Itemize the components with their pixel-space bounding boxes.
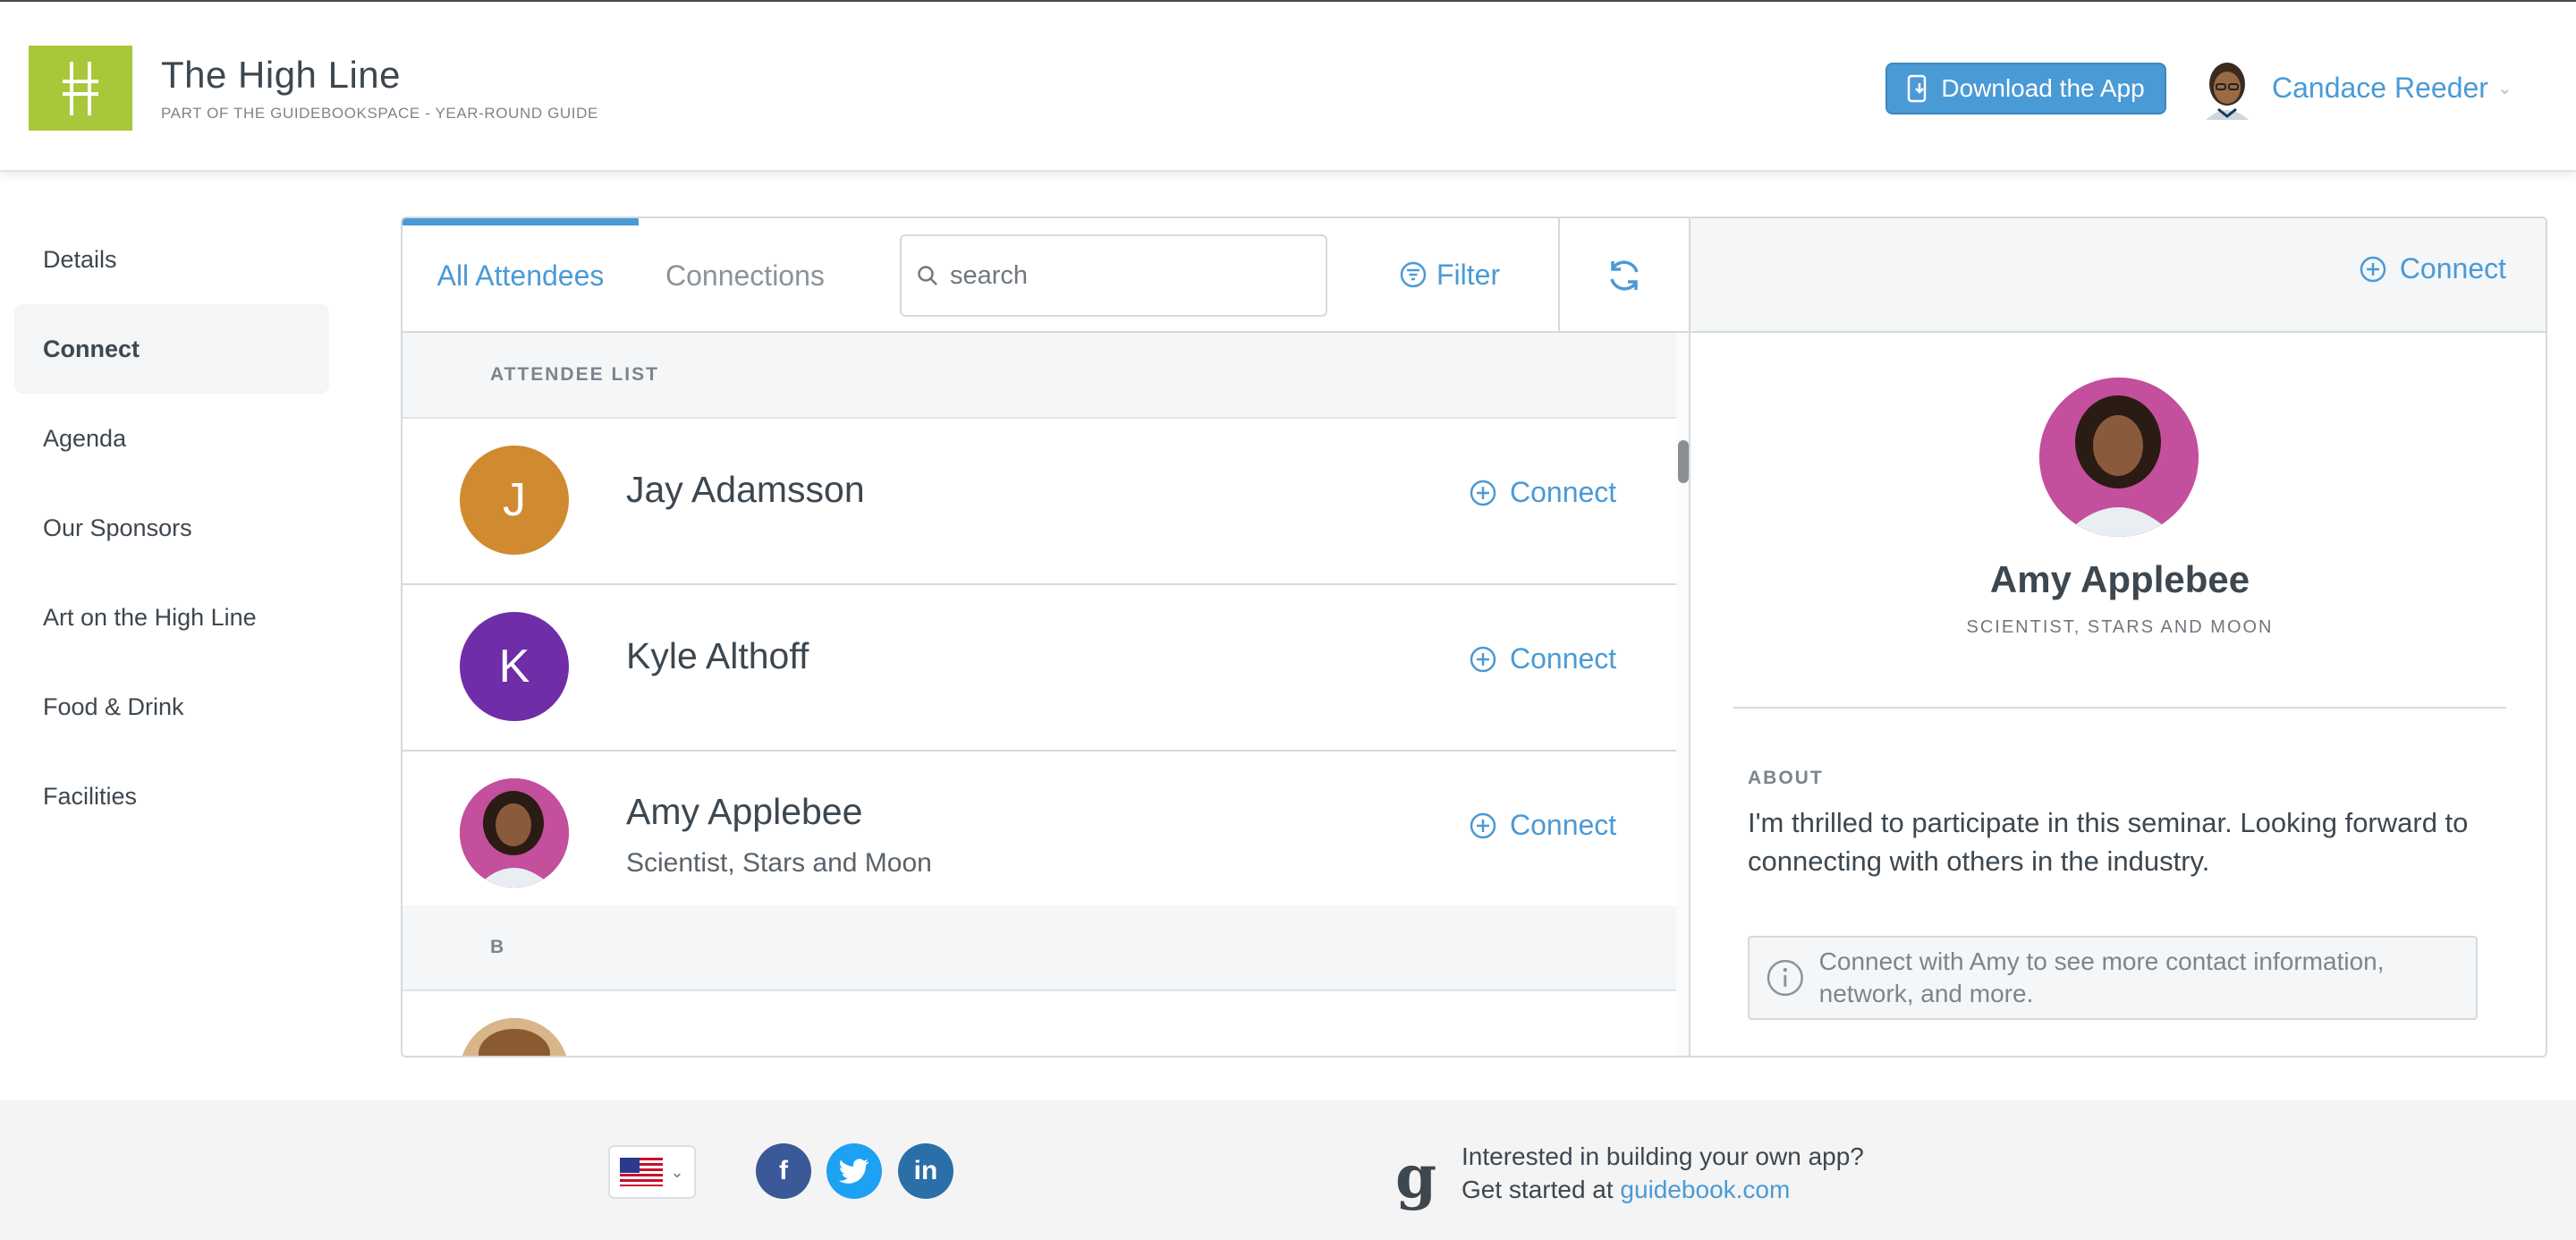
filter-button[interactable]: Filter: [1399, 243, 1500, 306]
facebook-letter: f: [779, 1156, 788, 1185]
search-icon: [918, 266, 937, 285]
connect-info-text: Connect with Amy to see more contact inf…: [1818, 947, 2385, 1007]
connect-label: Connect: [1510, 476, 1617, 508]
detail-connect-button[interactable]: Connect: [2359, 252, 2506, 285]
user-avatar-icon: [2206, 63, 2249, 120]
connect-button[interactable]: Connect: [1469, 809, 1616, 842]
app-title: The High Line: [161, 54, 401, 96]
refresh-button[interactable]: [1558, 218, 1689, 333]
refresh-icon: [1610, 260, 1639, 291]
attendee-row[interactable]: J Jay Adamsson Connect: [402, 419, 1676, 585]
linkedin-letters: in: [913, 1156, 938, 1185]
guidebook-logo-icon: g: [1395, 1142, 1437, 1211]
attendee-detail: Connect Amy Applebee SCIENTIST, STARS AN…: [1689, 218, 2546, 1056]
connect-label: Connect: [1510, 809, 1617, 841]
search-input[interactable]: [950, 260, 1308, 291]
sidebar-item-facilities[interactable]: Facilities: [14, 752, 329, 841]
avatar: [460, 778, 569, 888]
high-line-logo-icon: [63, 61, 98, 115]
footer-promo: Interested in building your own app? Get…: [1462, 1140, 1864, 1206]
footer-promo-line2: Get started at guidebook.com: [1462, 1173, 1864, 1206]
section-header-b: B: [402, 905, 1676, 991]
app-subtitle: PART OF THE GUIDEBOOKSPACE - YEAR-ROUND …: [161, 105, 598, 122]
guide-logo[interactable]: [29, 46, 132, 131]
attendee-toolbar: All Attendees Connections Filter: [402, 218, 1689, 333]
footer-promo-prefix: Get started at: [1462, 1176, 1621, 1203]
about-label: ABOUT: [1748, 768, 1824, 788]
filter-icon: [1400, 261, 1427, 288]
download-app-label: Download the App: [1941, 74, 2145, 102]
connect-label: Connect: [1510, 642, 1617, 675]
twitter-icon[interactable]: [826, 1143, 882, 1199]
plus-circle-icon: [2360, 256, 2386, 282]
chevron-down-icon: ⌄: [670, 1162, 684, 1181]
twitter-bird-icon: [839, 1159, 869, 1184]
sidebar-item-details[interactable]: Details: [14, 215, 329, 304]
profile-photo: [2039, 378, 2199, 537]
connect-panel: All Attendees Connections Filter: [401, 217, 2547, 1057]
avatar: [460, 1018, 569, 1056]
search-box: [900, 234, 1327, 317]
scrollbar-thumb[interactable]: [1678, 440, 1689, 483]
attendee-photo-icon: [460, 1018, 569, 1056]
amy-photo-icon: [460, 778, 569, 888]
avatar: K: [460, 612, 569, 721]
download-app-button[interactable]: Download the App: [1885, 63, 2166, 115]
user-name-label: Candace Reeder: [2272, 72, 2488, 104]
connect-button[interactable]: Connect: [1469, 642, 1616, 675]
tab-connections[interactable]: Connections: [665, 218, 825, 333]
about-text: I'm thrilled to participate in this semi…: [1748, 807, 2469, 877]
amy-profile-photo-icon: [2039, 378, 2199, 537]
linkedin-icon[interactable]: in: [898, 1143, 953, 1199]
attendee-name: Kyle Althoff: [626, 635, 809, 676]
section-header-attendee-list: ATTENDEE LIST: [402, 333, 1676, 419]
attendee-name: Jay Adamsson: [626, 469, 865, 510]
info-icon: [1767, 959, 1803, 997]
connect-label: Connect: [2399, 252, 2506, 285]
plus-circle-icon: [1470, 480, 1496, 505]
attendee-row-partial[interactable]: [402, 991, 1676, 1056]
footer-promo-line1: Interested in building your own app?: [1462, 1142, 1864, 1170]
page-footer: ⌄ f in g Interested in building your own…: [0, 1100, 2576, 1240]
profile-title: SCIENTIST, STARS AND MOON: [1966, 617, 2274, 637]
user-avatar[interactable]: [2199, 57, 2256, 120]
sidebar-item-art-on-the-high-line[interactable]: Art on the High Line: [14, 573, 329, 662]
tab-all-attendees[interactable]: All Attendees: [402, 218, 639, 333]
attendee-name: Amy Applebee: [626, 791, 863, 832]
filter-label: Filter: [1436, 258, 1501, 291]
divider: [1733, 707, 2506, 709]
phone-download-icon: [1908, 74, 1927, 103]
app-header: The High Line PART OF THE GUIDEBOOKSPACE…: [0, 2, 2576, 172]
attendee-subtitle: Scientist, Stars and Moon: [626, 848, 932, 878]
us-flag-icon: [620, 1158, 664, 1186]
sidebar-item-food-and-drink[interactable]: Food & Drink: [14, 662, 329, 752]
detail-header: Connect: [1690, 218, 2546, 333]
attendee-list: ATTENDEE LIST J Jay Adamsson Connect K K…: [402, 333, 1689, 1056]
connect-info-notice: Connect with Amy to see more contact inf…: [1748, 936, 2478, 1020]
guidebook-link[interactable]: guidebook.com: [1620, 1176, 1790, 1203]
profile-name: Amy Applebee: [1989, 558, 2250, 600]
connect-button[interactable]: Connect: [1469, 476, 1616, 509]
user-menu[interactable]: Candace Reeder ⌄: [2272, 72, 2512, 105]
language-select[interactable]: ⌄: [608, 1145, 696, 1199]
sidebar-item-our-sponsors[interactable]: Our Sponsors: [14, 483, 329, 573]
avatar: J: [460, 446, 569, 555]
sidebar-nav: Details Connect Agenda Our Sponsors Art …: [14, 215, 329, 841]
attendee-row[interactable]: Amy Applebee Scientist, Stars and Moon C…: [402, 752, 1676, 918]
chevron-down-icon: ⌄: [2496, 79, 2512, 98]
sidebar-item-connect[interactable]: Connect: [14, 304, 329, 394]
facebook-icon[interactable]: f: [756, 1143, 811, 1199]
plus-circle-icon: [1470, 646, 1496, 672]
sidebar-item-agenda[interactable]: Agenda: [14, 394, 329, 483]
plus-circle-icon: [1470, 812, 1496, 838]
attendee-row[interactable]: K Kyle Althoff Connect: [402, 585, 1676, 752]
